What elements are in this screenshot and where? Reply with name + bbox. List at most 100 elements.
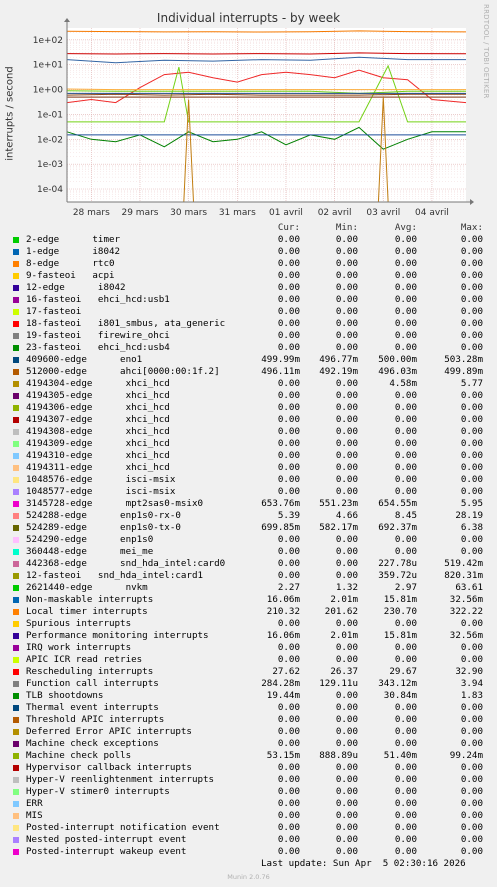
legend-swatch — [13, 585, 19, 591]
legend-max-value: 28.19 — [455, 510, 483, 521]
legend-row: 524289-edge enp1s0-tx-0 699.85m 582.17m 692… — [0, 522, 497, 534]
legend-label: Thermal event interrupts — [26, 702, 159, 713]
legend-row: 4194307-edge xhci_hcd 0.00 0.00 0.00 0.00 — [0, 414, 497, 426]
legend-label: 524288-edge enp1s0-rx-0 — [26, 510, 181, 521]
y-tick-label: 1e+00 — [33, 86, 64, 96]
legend-label: 1048577-edge isci-msix — [26, 486, 176, 497]
legend-avg-value: 15.81m — [383, 630, 417, 641]
legend-label: Non-maskable interrupts — [26, 594, 154, 605]
legend-swatch — [13, 693, 19, 699]
legend-row: 8-edge rtc0 0.00 0.00 0.00 0.00 — [0, 258, 497, 270]
legend-max-value: 5.95 — [460, 498, 483, 509]
legend-row: ERR 0.00 0.00 0.00 0.00 — [0, 798, 497, 810]
legend-row: Performance monitoring interrupts 16.06m 2… — [0, 630, 497, 642]
legend-max-value: 0.00 — [460, 234, 483, 245]
legend-avg-value: 0.00 — [394, 294, 417, 305]
legend-row: 19-fasteoi firewire_ohci 0.00 0.00 0.00 0.00 — [0, 330, 497, 342]
legend-row: 4194309-edge xhci_hcd 0.00 0.00 0.00 0.00 — [0, 438, 497, 450]
legend-label: Machine check exceptions — [26, 738, 159, 749]
legend-swatch — [13, 525, 19, 531]
legend-swatch — [13, 453, 19, 459]
legend-swatch — [13, 645, 19, 651]
legend-avg-value: 0.00 — [394, 642, 417, 653]
legend-label: Local timer interrupts — [26, 606, 148, 617]
legend-swatch — [13, 237, 19, 243]
legend-avg-value: 0.00 — [394, 402, 417, 413]
x-tick-label: 28 mars — [73, 208, 110, 218]
legend-swatch — [13, 657, 19, 663]
legend-swatch — [13, 369, 19, 375]
legend-swatch — [13, 429, 19, 435]
legend-max-value: 0.00 — [460, 738, 483, 749]
legend-max-value: 63.61 — [455, 582, 483, 593]
header-max: Max: — [460, 222, 483, 233]
legend-avg-value: 0.00 — [394, 654, 417, 665]
legend-row: Hypervisor callback interrupts 0.00 0.00 0.… — [0, 762, 497, 774]
legend-avg-value: 0.00 — [394, 726, 417, 737]
legend-label: 8-edge rtc0 — [26, 258, 115, 269]
legend-swatch — [13, 825, 19, 831]
y-axis-arrow — [64, 18, 70, 22]
legend-avg-value: 0.00 — [394, 390, 417, 401]
legend-avg-value: 0.00 — [394, 246, 417, 257]
y-tick-label: 1e+02 — [33, 36, 63, 46]
legend-row: 4194306-edge xhci_hcd 0.00 0.00 0.00 0.00 — [0, 402, 497, 414]
legend-swatch — [13, 705, 19, 711]
legend-row: 4194308-edge xhci_hcd 0.00 0.00 0.00 0.00 — [0, 426, 497, 438]
legend-max-value: 0.00 — [460, 258, 483, 269]
legend-swatch — [13, 297, 19, 303]
legend-avg-value: 0.00 — [394, 318, 417, 329]
legend-row: 1048577-edge isci-msix 0.00 0.00 0.00 0.00 — [0, 486, 497, 498]
legend-label: 4194307-edge xhci_hcd — [26, 414, 170, 425]
legend-swatch — [13, 813, 19, 819]
legend-max-value: 499.89m — [444, 366, 483, 377]
legend-row: 18-fasteoi i801_smbus, ata_generic 0.00 0.… — [0, 318, 497, 330]
header-avg: Avg: — [394, 222, 417, 233]
legend-swatch — [13, 561, 19, 567]
legend-avg-value: 0.00 — [394, 546, 417, 557]
legend-max-value: 0.00 — [460, 834, 483, 845]
legend-avg-value: 0.00 — [394, 462, 417, 473]
legend-label: Spurious interrupts — [26, 618, 132, 629]
legend-avg-value: 0.00 — [394, 798, 417, 809]
legend-label: 4194309-edge xhci_hcd — [26, 438, 170, 449]
legend-max-value: 0.00 — [460, 294, 483, 305]
legend-row: 9-fasteoi acpi 0.00 0.00 0.00 0.00 — [0, 270, 497, 282]
legend-label: 4194304-edge xhci_hcd — [26, 378, 170, 389]
legend-label: 442368-edge snd_hda_intel:card0 — [26, 558, 226, 569]
legend-max-value: 0.00 — [460, 462, 483, 473]
legend-row: 4194311-edge xhci_hcd 0.00 0.00 0.00 0.00 — [0, 462, 497, 474]
legend-avg-value: 0.00 — [394, 342, 417, 353]
legend-row: 12-edge i8042 0.00 0.00 0.00 0.00 — [0, 282, 497, 294]
legend-avg-value: 0.00 — [394, 414, 417, 425]
y-tick-label: 1e-04 — [37, 185, 63, 195]
legend-swatch — [13, 381, 19, 387]
legend-max-value: 0.00 — [460, 318, 483, 329]
legend-avg-value: 0.00 — [394, 234, 417, 245]
legend-max-value: 0.00 — [460, 810, 483, 821]
legend-row: 4194305-edge xhci_hcd 0.00 0.00 0.00 0.00 — [0, 390, 497, 402]
legend-label: Posted-interrupt wakeup event — [26, 846, 187, 857]
legend-label: 4194311-edge xhci_hcd — [26, 462, 170, 473]
legend-label: IRQ work interrupts — [26, 642, 132, 653]
legend-label: Hypervisor callback interrupts — [26, 762, 192, 773]
legend-row: 23-fasteoi ehci_hcd:usb4 0.00 0.00 0.00 0.00 — [0, 342, 497, 354]
legend-row: Threshold APIC interrupts 0.00 0.00 0.00 0.0… — [0, 714, 497, 726]
legend-avg-value: 2.97 — [394, 582, 417, 593]
legend-max-value: 0.00 — [460, 618, 483, 629]
y-tick-label: 1e-03 — [37, 160, 63, 170]
legend-swatch — [13, 465, 19, 471]
legend-max-value: 0.00 — [460, 546, 483, 557]
legend-swatch — [13, 441, 19, 447]
legend-swatch — [13, 393, 19, 399]
legend-swatch — [13, 549, 19, 555]
legend-row: 12-fasteoi snd_hda_intel:card1 0.00 0.00 35… — [0, 570, 497, 582]
y-tick-label: 1e-01 — [37, 110, 63, 120]
legend-label: 4194305-edge xhci_hcd — [26, 390, 170, 401]
legend-label: Posted-interrupt notification event — [26, 822, 220, 833]
legend-label: Threshold APIC interrupts — [26, 714, 165, 725]
legend-row: Nested posted-interrupt event 0.00 0.00 0.0… — [0, 834, 497, 846]
legend-row: 2-edge timer 0.00 0.00 0.00 0.00 — [0, 234, 497, 246]
legend-table: Cur: Min: Avg: Max: 2-edge timer 0.00 0.00… — [0, 222, 497, 858]
legend-swatch — [13, 333, 19, 339]
